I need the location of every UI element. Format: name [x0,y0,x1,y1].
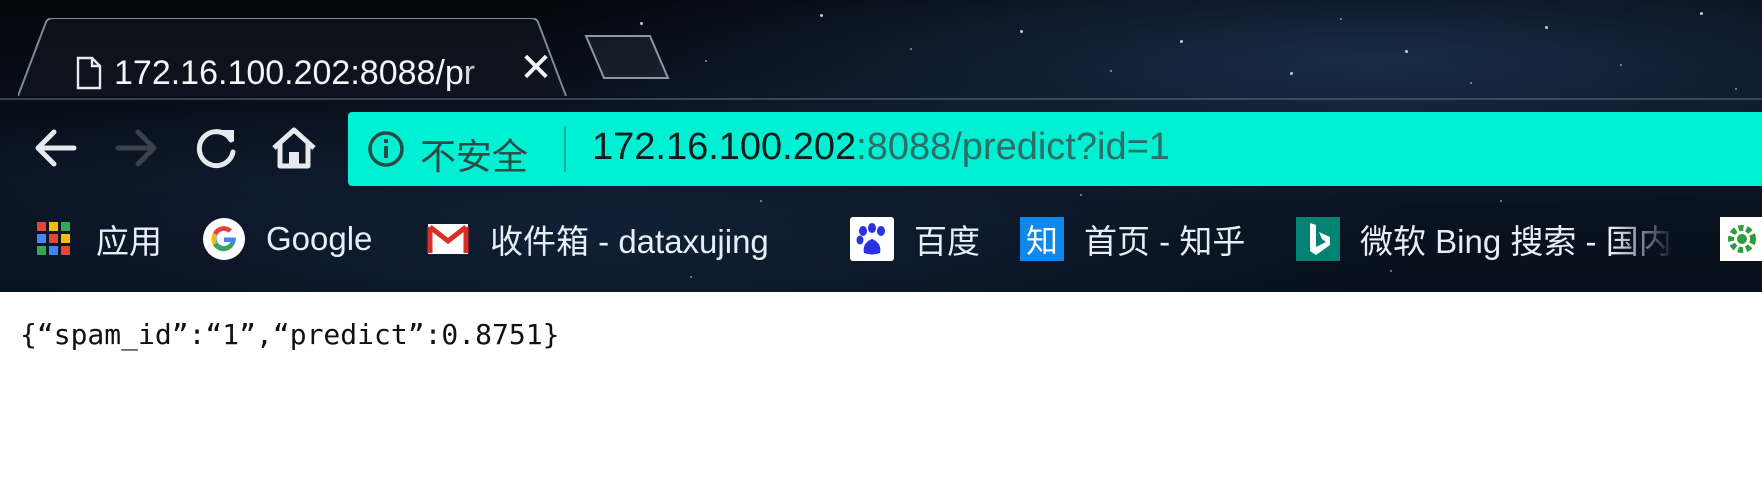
bookmark-apps[interactable]: 应用 [32,212,162,266]
bookmark-label: 微软 Bing 搜索 - 国内 [1360,223,1672,260]
active-tab[interactable]: 172.16.100.202:8088/pr ✕ [18,18,578,98]
bookmark-label: 应用 [96,223,162,260]
url-path: :8088/predict?id=1 [856,126,1170,168]
reload-button[interactable] [186,118,246,178]
home-button[interactable] [264,118,324,178]
url-text[interactable]: 172.16.100.202:8088/predict?id=1 [592,126,1170,169]
baidu-icon [850,217,894,261]
bookmark-google[interactable]: Google [202,212,372,266]
tabstrip-divider [0,98,1762,100]
gmail-icon [426,217,470,261]
bookmark-bing[interactable]: 微软 Bing 搜索 - 国内 [1296,212,1676,266]
gear-icon [1720,217,1762,261]
forward-button[interactable] [106,118,166,178]
bookmark-label: 首页 - 知乎 [1084,223,1246,260]
bookmark-baidu[interactable]: 百度 [850,212,980,266]
new-tab-button[interactable] [582,30,672,84]
tab-title: 172.16.100.202:8088/pr [114,54,476,92]
bookmark-label: 百度 [914,223,980,260]
tab-close-button[interactable]: ✕ [516,48,556,88]
url-host: 172.16.100.202 [592,126,857,168]
back-button[interactable] [26,118,86,178]
omnibox-divider [564,126,566,172]
apps-grid-icon [32,217,76,261]
info-icon[interactable] [366,129,406,169]
bookmark-label: Google [266,220,373,257]
not-secure-label[interactable]: 不安全 [420,128,528,180]
address-bar[interactable]: 不安全 172.16.100.202:8088/predict?id=1 [348,112,1762,186]
bing-icon [1296,217,1340,261]
google-icon [202,217,246,261]
bookmark-zhihu[interactable]: 知 首页 - 知乎 [1020,212,1245,266]
page-icon [76,56,102,95]
bookmark-overflow-item[interactable] [1720,212,1762,266]
browser-chrome: 172.16.100.202:8088/pr ✕ 不安全 172.16.100.… [0,0,1762,292]
zhihu-icon: 知 [1020,217,1064,261]
json-response-text: {“spam_id”:“1”,“predict”:0.8751} [20,318,560,351]
bookmark-label: 收件箱 - dataxujing [490,223,769,260]
bookmark-gmail[interactable]: 收件箱 - dataxujing [426,212,862,266]
